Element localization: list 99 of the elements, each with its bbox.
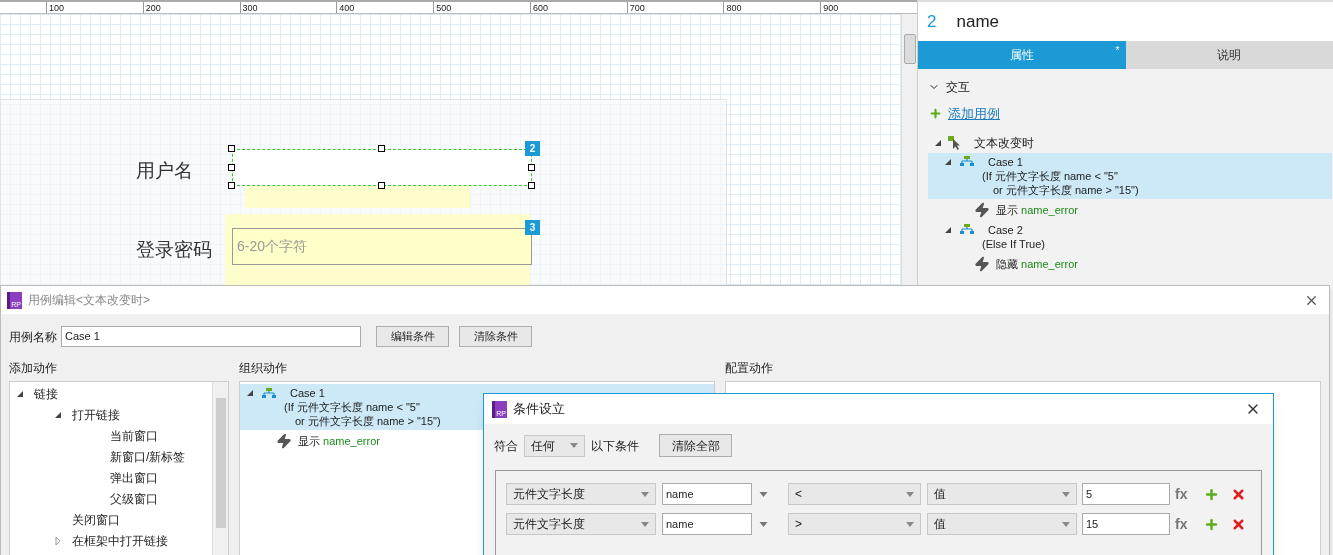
case-condition: (If 元件文字长度 name < "5" bbox=[283, 400, 420, 414]
dropdown-arrow-icon bbox=[1062, 491, 1070, 497]
tree-item[interactable]: 新窗口/新标签 bbox=[110, 447, 186, 466]
tree-item[interactable]: 打开链接 bbox=[72, 405, 120, 424]
tree-item[interactable]: 弹出窗口 bbox=[110, 468, 158, 487]
ruler-label: 300 bbox=[239, 2, 337, 13]
case-condition: (Else If True) bbox=[981, 236, 1045, 251]
target-field[interactable]: name bbox=[662, 513, 752, 535]
resize-handle[interactable] bbox=[528, 164, 535, 171]
dropdown-arrow-icon bbox=[641, 521, 649, 527]
match-dropdown[interactable]: 任何 bbox=[524, 434, 585, 457]
tree-item[interactable]: 在框架中打开链接 bbox=[72, 531, 168, 550]
formula-button[interactable]: fx bbox=[1175, 513, 1188, 535]
field-label: 符合 bbox=[494, 437, 518, 455]
event-icon bbox=[948, 136, 962, 150]
ruler-label: 800 bbox=[723, 2, 821, 13]
formula-button[interactable]: fx bbox=[1175, 483, 1188, 505]
tree-item[interactable]: 链接 bbox=[34, 384, 58, 403]
field-label: 用例名称 bbox=[9, 328, 57, 346]
resize-handle[interactable] bbox=[378, 145, 385, 152]
resize-handle[interactable] bbox=[228, 182, 235, 189]
dropdown-arrow-icon[interactable] bbox=[759, 491, 768, 497]
case-icon bbox=[960, 156, 974, 167]
case-item[interactable]: Case 1 (If 元件文字长度 name < "5" or 元件文字长度 name > "15") bbox=[928, 152, 1332, 199]
dropdown-arrow-icon bbox=[641, 491, 649, 497]
field-label: 用户名 bbox=[136, 159, 193, 183]
widget-name: name bbox=[956, 10, 999, 33]
column-heading: 组织动作 bbox=[239, 360, 288, 377]
dialog-button[interactable]: 编辑条件 bbox=[376, 326, 449, 347]
ruler-label: 100 bbox=[46, 2, 143, 13]
case-item[interactable]: Case 2 (Else If True) bbox=[928, 220, 1332, 253]
dialog-title: 条件设立 bbox=[513, 400, 566, 419]
text-field[interactable] bbox=[232, 149, 532, 186]
panel-tab[interactable]: 说明 bbox=[1125, 41, 1333, 69]
tree-item[interactable]: 关闭窗口 bbox=[72, 510, 120, 529]
ruler-label: 200 bbox=[142, 2, 240, 13]
dropdown-arrow-icon bbox=[570, 443, 578, 448]
dialog-title: 用例编辑<文本改变时> bbox=[28, 292, 151, 309]
action-text[interactable]: 显示 name_error bbox=[996, 202, 1078, 217]
dropdown-arrow-icon bbox=[906, 491, 914, 497]
widget-number: 2 bbox=[927, 10, 937, 33]
lightning-icon bbox=[974, 201, 990, 218]
ruler-label: 900 bbox=[820, 2, 918, 13]
section-title: 交互 bbox=[946, 79, 970, 96]
value-type-dropdown[interactable]: 值 bbox=[927, 483, 1077, 505]
target-field[interactable]: name bbox=[662, 483, 752, 505]
dialog-button[interactable]: 清除条件 bbox=[459, 326, 532, 347]
action-text[interactable]: 隐藏 name_error bbox=[996, 256, 1078, 271]
value-field[interactable]: 5 bbox=[1082, 483, 1170, 505]
case-icon bbox=[960, 224, 974, 235]
column-heading: 配置动作 bbox=[725, 360, 774, 377]
case-name: Case 2 bbox=[988, 222, 1023, 237]
resize-handle[interactable] bbox=[528, 182, 535, 189]
operator-dropdown[interactable]: > bbox=[788, 513, 921, 535]
column-heading: 添加动作 bbox=[9, 360, 58, 377]
expand-triangle-icon[interactable] bbox=[944, 225, 952, 234]
scrollbar[interactable] bbox=[212, 382, 228, 555]
lightning-icon bbox=[276, 433, 292, 449]
field-placeholder: 6-20个字符 bbox=[237, 237, 308, 256]
resize-handle[interactable] bbox=[378, 182, 385, 189]
case-name-field[interactable]: Case 1 bbox=[61, 326, 361, 347]
expand-triangle-icon[interactable] bbox=[944, 157, 952, 166]
event-name[interactable]: 文本改变时 bbox=[974, 134, 1034, 152]
case-condition: or 元件文字长度 name > "15") bbox=[294, 414, 441, 428]
expand-triangle-icon[interactable] bbox=[934, 139, 942, 147]
field-label: 以下条件 bbox=[591, 437, 639, 455]
expand-triangle-icon[interactable] bbox=[54, 410, 62, 419]
case-icon bbox=[262, 387, 276, 399]
condition-type-dropdown[interactable]: 元件文字长度 bbox=[506, 513, 656, 535]
case-condition: or 元件文字长度 name > "15") bbox=[992, 182, 1139, 197]
modified-marker: * bbox=[1115, 44, 1120, 58]
dropdown-arrow-icon bbox=[1062, 521, 1070, 527]
field-label: 登录密码 bbox=[136, 238, 212, 262]
clear-all-button[interactable]: 清除全部 bbox=[659, 434, 732, 457]
dropdown-arrow-icon bbox=[906, 521, 914, 527]
ruler-label: 400 bbox=[336, 2, 434, 13]
operator-dropdown[interactable]: < bbox=[788, 483, 921, 505]
dropdown-arrow-icon[interactable] bbox=[759, 521, 768, 527]
ruler-label: 500 bbox=[433, 2, 530, 13]
tree-item[interactable]: 父级窗口 bbox=[110, 489, 158, 508]
ruler-label: 600 bbox=[529, 2, 627, 13]
widget-badge: 2 bbox=[525, 141, 540, 156]
widget-badge: 3 bbox=[525, 220, 540, 235]
ruler-label: 700 bbox=[626, 2, 724, 13]
resize-handle[interactable] bbox=[228, 164, 235, 171]
case-name: Case 1 bbox=[290, 386, 325, 400]
tree-item[interactable]: 当前窗口 bbox=[110, 426, 158, 445]
expand-triangle-icon[interactable] bbox=[16, 389, 24, 398]
value-field[interactable]: 15 bbox=[1082, 513, 1170, 535]
add-icon bbox=[929, 107, 942, 121]
expand-triangle-icon[interactable] bbox=[246, 389, 254, 397]
condition-type-dropdown[interactable]: 元件文字长度 bbox=[506, 483, 656, 505]
add-case-link[interactable]: 添加用例 bbox=[948, 104, 1000, 124]
resize-handle[interactable] bbox=[228, 145, 235, 152]
lightning-icon bbox=[974, 255, 990, 272]
action-text[interactable]: 显示 name_error bbox=[298, 434, 380, 448]
case-condition: (If 元件文字长度 name < "5" bbox=[981, 168, 1118, 183]
value-type-dropdown[interactable]: 值 bbox=[927, 513, 1077, 535]
case-name: Case 1 bbox=[988, 154, 1023, 169]
